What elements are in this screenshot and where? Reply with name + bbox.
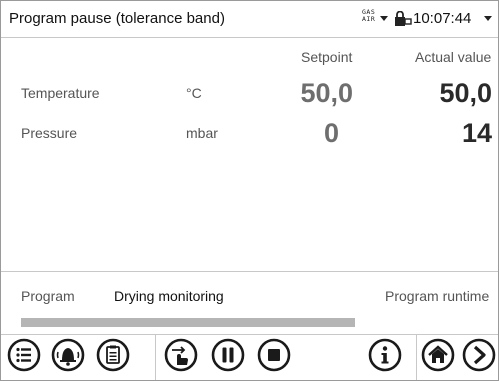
pressure-label: Pressure [21,125,78,141]
pressure-unit: mbar [186,125,218,141]
program-label: Program [21,288,75,304]
temperature-actual-value: 50,0 [439,78,492,108]
hand-pointer-icon[interactable] [164,338,198,372]
setpoint-column-header: Setpoint [301,49,353,65]
gas-air-indicator[interactable]: GAS AIR [362,9,375,23]
actual-value-column-header: Actual value [415,49,492,65]
controller-screen: Program pause (tolerance band) GAS AIR 1… [0,0,499,381]
program-name: Drying monitoring [114,288,224,304]
temperature-setpoint[interactable]: 50,0 [300,78,353,109]
pressure-actual-value: 14 [461,118,492,148]
time-dropdown-chevron-icon[interactable] [484,16,492,21]
program-runtime-label: Program runtime [385,288,490,304]
program-section-divider [1,271,498,272]
temperature-label: Temperature [21,85,100,101]
stop-icon[interactable] [257,338,291,372]
info-icon[interactable] [368,338,402,372]
next-arrow-icon[interactable] [462,338,496,372]
temperature-unit: °C [186,85,202,101]
toolbar-divider [1,334,498,335]
toolbar-separator [416,334,417,380]
gas-dropdown-chevron-icon[interactable] [380,16,388,21]
alarm-bell-icon[interactable] [51,338,85,372]
air-label: AIR [362,15,376,23]
program-progress-bar [21,318,355,327]
pressure-setpoint[interactable]: 0 [324,118,339,149]
home-icon[interactable] [421,338,455,372]
clipboard-icon[interactable] [96,338,130,372]
pause-icon[interactable] [211,338,245,372]
title-bar: Program pause (tolerance band) GAS AIR 1… [1,1,498,38]
clock-time: 10:07:44 [413,10,472,27]
door-lock-icon [395,11,412,26]
toolbar-separator [155,334,156,380]
menu-list-icon[interactable] [7,338,41,372]
page-title: Program pause (tolerance band) [9,10,225,27]
